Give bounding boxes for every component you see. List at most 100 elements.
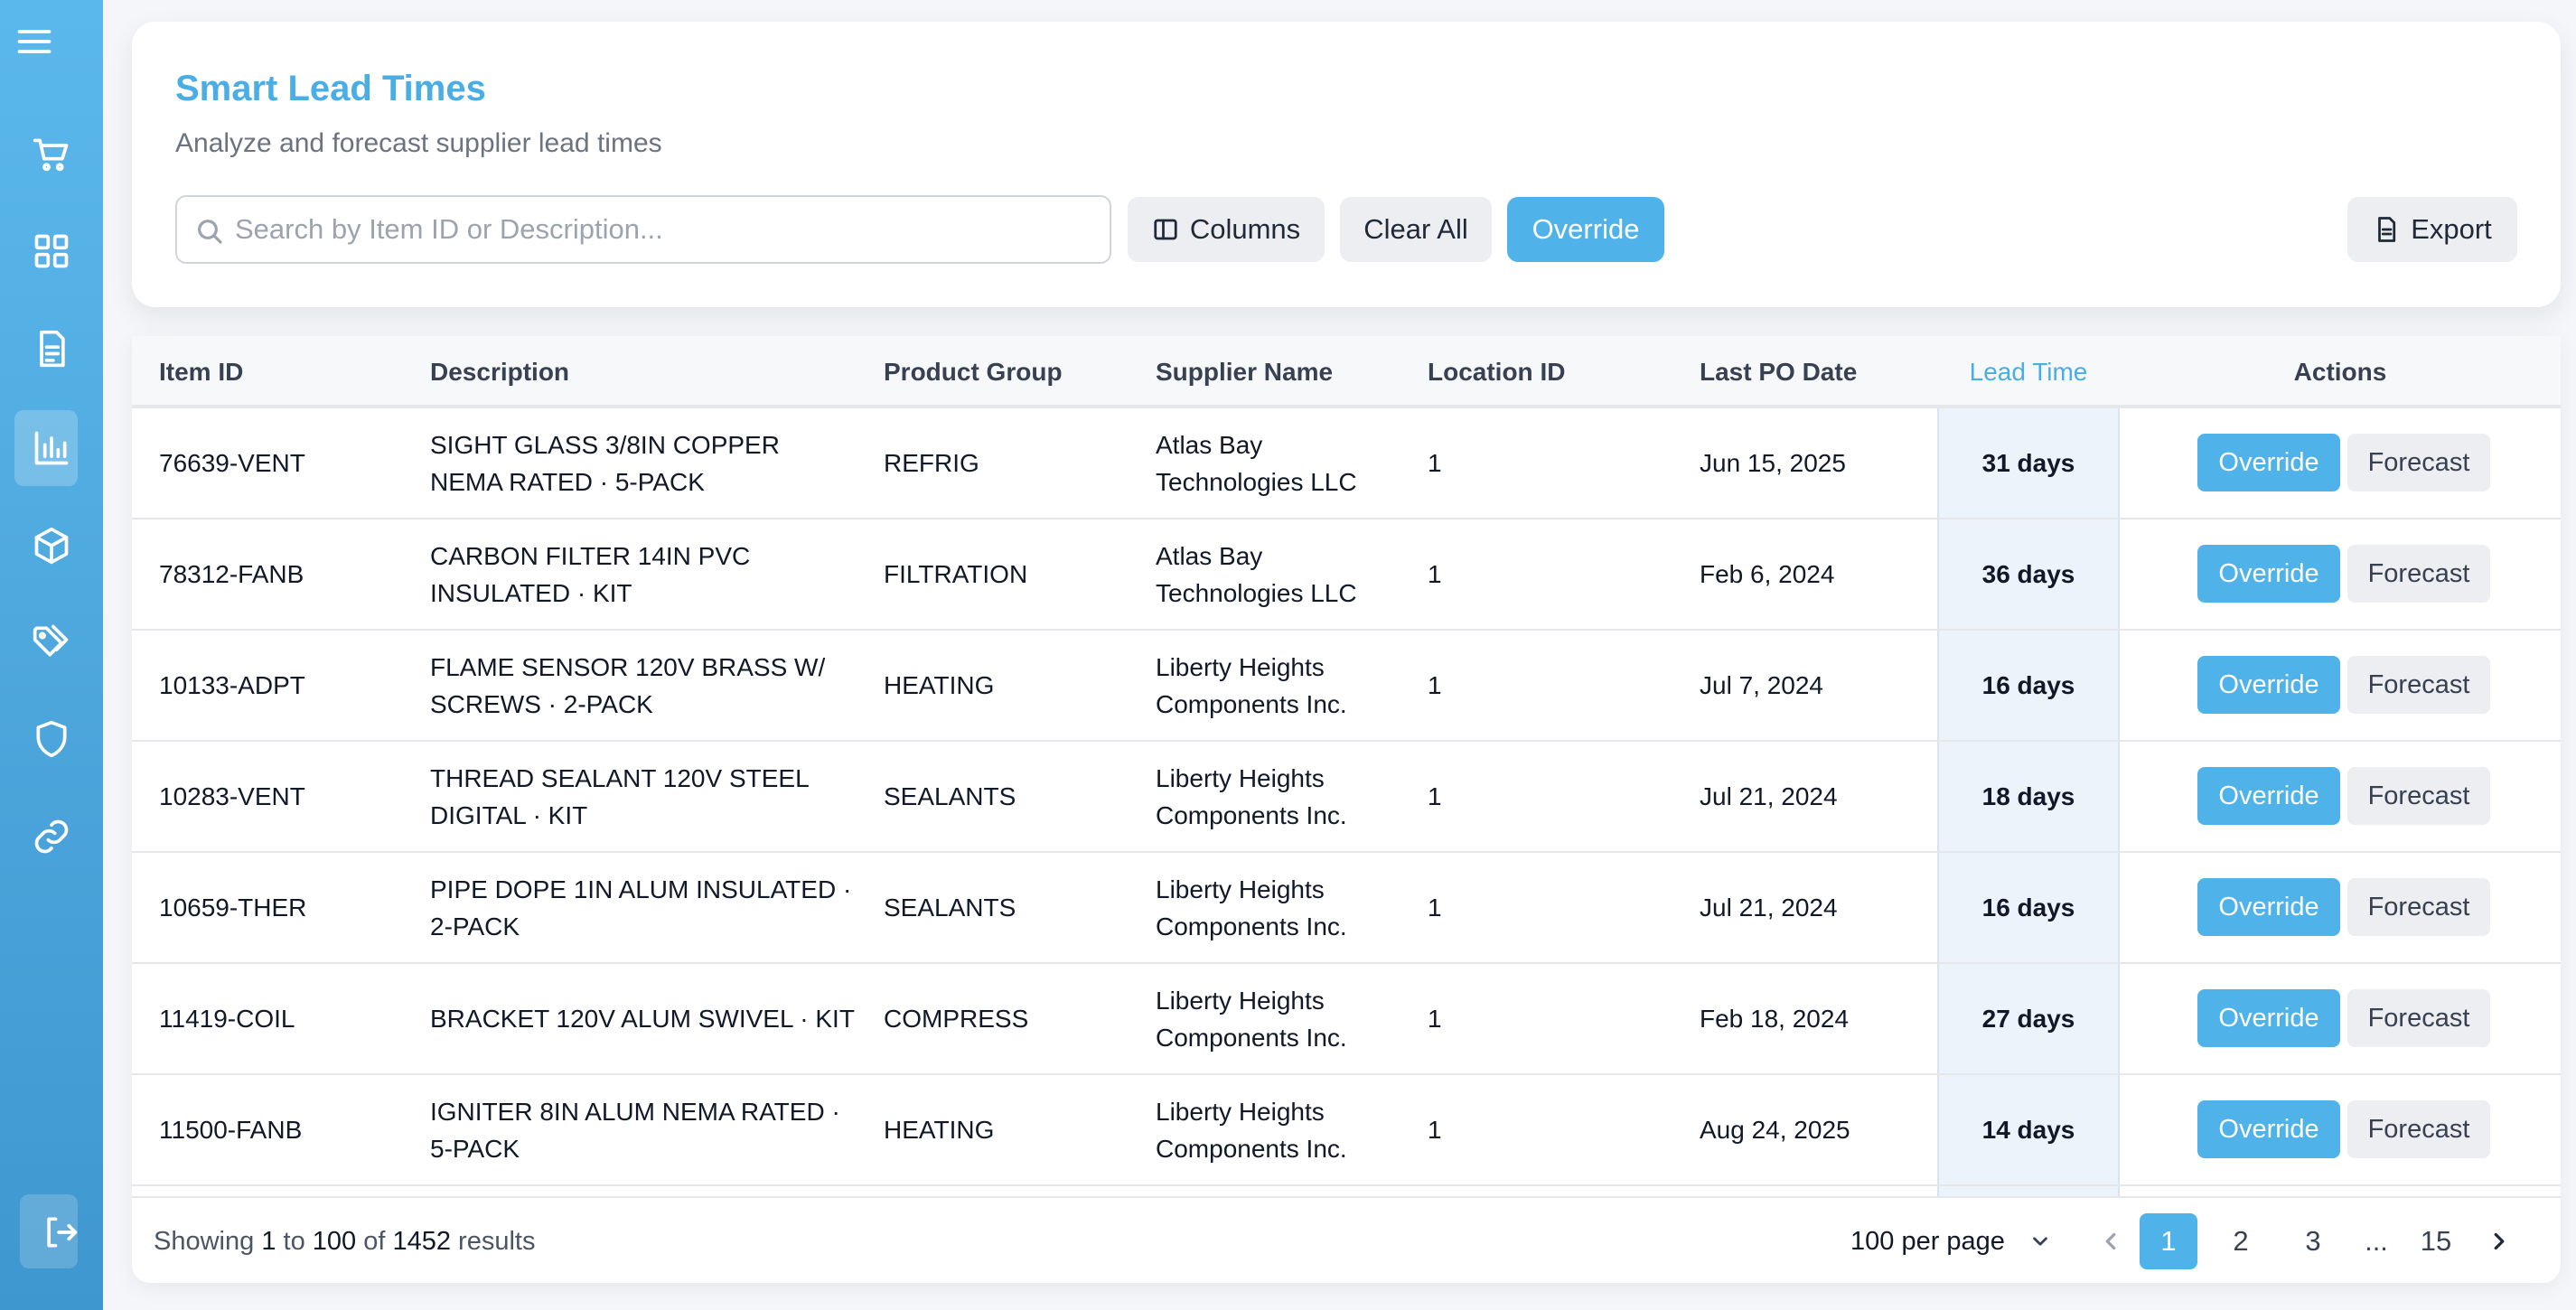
chevron-down-icon: [2033, 1237, 2047, 1246]
header-last-po-date[interactable]: Last PO Date: [1700, 336, 1857, 408]
row-override-button[interactable]: Override: [2197, 878, 2340, 936]
table-body: 76639-VENT SIGHT GLASS 3/8IN COPPER NEMA …: [132, 408, 2561, 1186]
row-override-button[interactable]: Override: [2197, 1100, 2340, 1158]
cell-lead-time: 16 days: [1981, 671, 2075, 699]
cell-location-id: 1: [1428, 449, 1442, 477]
header-item-id[interactable]: Item ID: [159, 336, 243, 408]
table-row[interactable]: 76639-VENT SIGHT GLASS 3/8IN COPPER NEMA …: [132, 408, 2561, 519]
document-icon[interactable]: [0, 311, 103, 387]
cell-description: IGNITER 8IN ALUM NEMA RATED · 5-PACK: [430, 1097, 840, 1163]
cell-lead-time: 27 days: [1981, 1005, 2075, 1033]
columns-icon: [1154, 219, 1177, 240]
table-row[interactable]: 11419-COIL BRACKET 120V ALUM SWIVEL · KIT…: [132, 964, 2561, 1075]
logout-icon[interactable]: [0, 1194, 103, 1270]
cell-item-id: 10283-VENT: [159, 782, 305, 810]
cell-location-id: 1: [1428, 560, 1442, 588]
table-row[interactable]: 10283-VENT THREAD SEALANT 120V STEEL DIGI…: [132, 742, 2561, 853]
cell-supplier-name: Liberty Heights Components Inc.: [1156, 652, 1347, 718]
cell-supplier-name: Atlas Bay Technologies LLC: [1156, 541, 1357, 607]
row-override-button[interactable]: Override: [2197, 656, 2340, 714]
page-button-1[interactable]: 1: [2140, 1213, 2197, 1269]
page-ellipsis: ...: [2365, 1225, 2388, 1257]
next-page-button[interactable]: [2470, 1213, 2528, 1269]
columns-button[interactable]: Columns: [1128, 197, 1325, 262]
cell-item-id: 10133-ADPT: [159, 671, 305, 699]
cell-location-id: 1: [1428, 1005, 1442, 1033]
row-override-button[interactable]: Override: [2197, 989, 2340, 1047]
menu-icon[interactable]: [0, 4, 72, 80]
header-location-id[interactable]: Location ID: [1428, 336, 1565, 408]
override-button[interactable]: Override: [1507, 197, 1664, 262]
grid-icon[interactable]: [0, 213, 103, 289]
cell-supplier-name: Liberty Heights Components Inc.: [1156, 986, 1347, 1052]
page-button-15[interactable]: 15: [2407, 1213, 2465, 1269]
page-button-2[interactable]: 2: [2212, 1213, 2270, 1269]
cell-supplier-name: Liberty Heights Components Inc.: [1156, 875, 1347, 940]
cell-lead-time: 16 days: [1981, 894, 2075, 922]
row-forecast-button[interactable]: Forecast: [2347, 434, 2490, 491]
cell-description: CARBON FILTER 14IN PVC INSULATED · KIT: [430, 541, 751, 607]
cell-last-po-date: Feb 18, 2024: [1700, 1005, 1850, 1033]
header-product-group[interactable]: Product Group: [884, 336, 1063, 408]
row-forecast-button[interactable]: Forecast: [2347, 545, 2490, 603]
cell-product-group: REFRIG: [884, 449, 979, 477]
search-box: [175, 195, 1111, 264]
cell-description: SIGHT GLASS 3/8IN COPPER NEMA RATED · 5-…: [430, 430, 780, 496]
row-forecast-button[interactable]: Forecast: [2347, 878, 2490, 936]
cell-supplier-name: Atlas Bay Technologies LLC: [1156, 430, 1357, 496]
header-card: Smart Lead Times Analyze and forecast su…: [132, 22, 2561, 307]
page-button-3[interactable]: 3: [2284, 1213, 2342, 1269]
cell-product-group: HEATING: [884, 671, 995, 699]
chevron-left-icon: [2105, 1232, 2116, 1250]
lead-times-table: Item ID Description Product Group Suppli…: [132, 336, 2561, 1283]
pagination-footer: Showing 1 to 100 of 1452 results 100 per…: [132, 1196, 2561, 1283]
table-row[interactable]: 10659-THER PIPE DOPE 1IN ALUM INSULATED ·…: [132, 853, 2561, 964]
cell-item-id: 76639-VENT: [159, 449, 305, 477]
row-forecast-button[interactable]: Forecast: [2347, 767, 2490, 825]
per-page-value: 100 per page: [1850, 1226, 2005, 1256]
export-button[interactable]: Export: [2347, 197, 2517, 262]
prev-page-button[interactable]: [2082, 1213, 2140, 1269]
cell-item-id: 78312-FANB: [159, 560, 304, 588]
sidebar: [0, 0, 103, 1310]
search-input[interactable]: [235, 197, 1102, 262]
per-page-select[interactable]: 100 per page: [1850, 1220, 2052, 1263]
shield-icon[interactable]: [0, 701, 103, 777]
cell-last-po-date: Jul 7, 2024: [1700, 671, 1823, 699]
header-lead-time[interactable]: Lead Time: [1937, 336, 2120, 408]
bar-chart-icon[interactable]: [0, 410, 103, 486]
link-icon[interactable]: [0, 799, 103, 875]
cell-last-po-date: Jul 21, 2024: [1700, 782, 1838, 810]
cell-item-id: 10659-THER: [159, 894, 307, 922]
cell-supplier-name: Liberty Heights Components Inc.: [1156, 763, 1347, 829]
row-forecast-button[interactable]: Forecast: [2347, 656, 2490, 714]
tags-icon[interactable]: [0, 604, 103, 679]
table-row[interactable]: 11500-FANB IGNITER 8IN ALUM NEMA RATED · …: [132, 1075, 2561, 1186]
cell-location-id: 1: [1428, 782, 1442, 810]
clear-all-button[interactable]: Clear All: [1340, 197, 1492, 262]
cell-product-group: HEATING: [884, 1116, 995, 1144]
row-override-button[interactable]: Override: [2197, 767, 2340, 825]
to-label: to: [283, 1227, 305, 1256]
chevron-right-icon: [2494, 1232, 2505, 1250]
table-row[interactable]: 78312-FANB CARBON FILTER 14IN PVC INSULAT…: [132, 519, 2561, 631]
row-override-button[interactable]: Override: [2197, 434, 2340, 491]
results-summary: Showing 1 to 100 of 1452 results: [154, 1198, 535, 1283]
clear-all-label: Clear All: [1363, 213, 1468, 245]
row-forecast-button[interactable]: Forecast: [2347, 1100, 2490, 1158]
row-override-button[interactable]: Override: [2197, 545, 2340, 603]
table-row[interactable]: 10133-ADPT FLAME SENSOR 120V BRASS W/ SCR…: [132, 631, 2561, 742]
cell-description: PIPE DOPE 1IN ALUM INSULATED · 2-PACK: [430, 875, 852, 940]
cell-lead-time: 14 days: [1981, 1116, 2075, 1144]
header-description[interactable]: Description: [430, 336, 569, 408]
file-export-icon: [2378, 217, 2396, 242]
row-forecast-button[interactable]: Forecast: [2347, 989, 2490, 1047]
cell-supplier-name: Liberty Heights Components Inc.: [1156, 1097, 1347, 1163]
cart-icon[interactable]: [0, 117, 103, 193]
cell-location-id: 1: [1428, 1116, 1442, 1144]
box-icon[interactable]: [0, 508, 103, 584]
search-icon: [198, 220, 222, 244]
cell-lead-time: 18 days: [1981, 782, 2075, 810]
cell-last-po-date: Jul 21, 2024: [1700, 894, 1838, 922]
header-supplier-name[interactable]: Supplier Name: [1156, 336, 1333, 408]
